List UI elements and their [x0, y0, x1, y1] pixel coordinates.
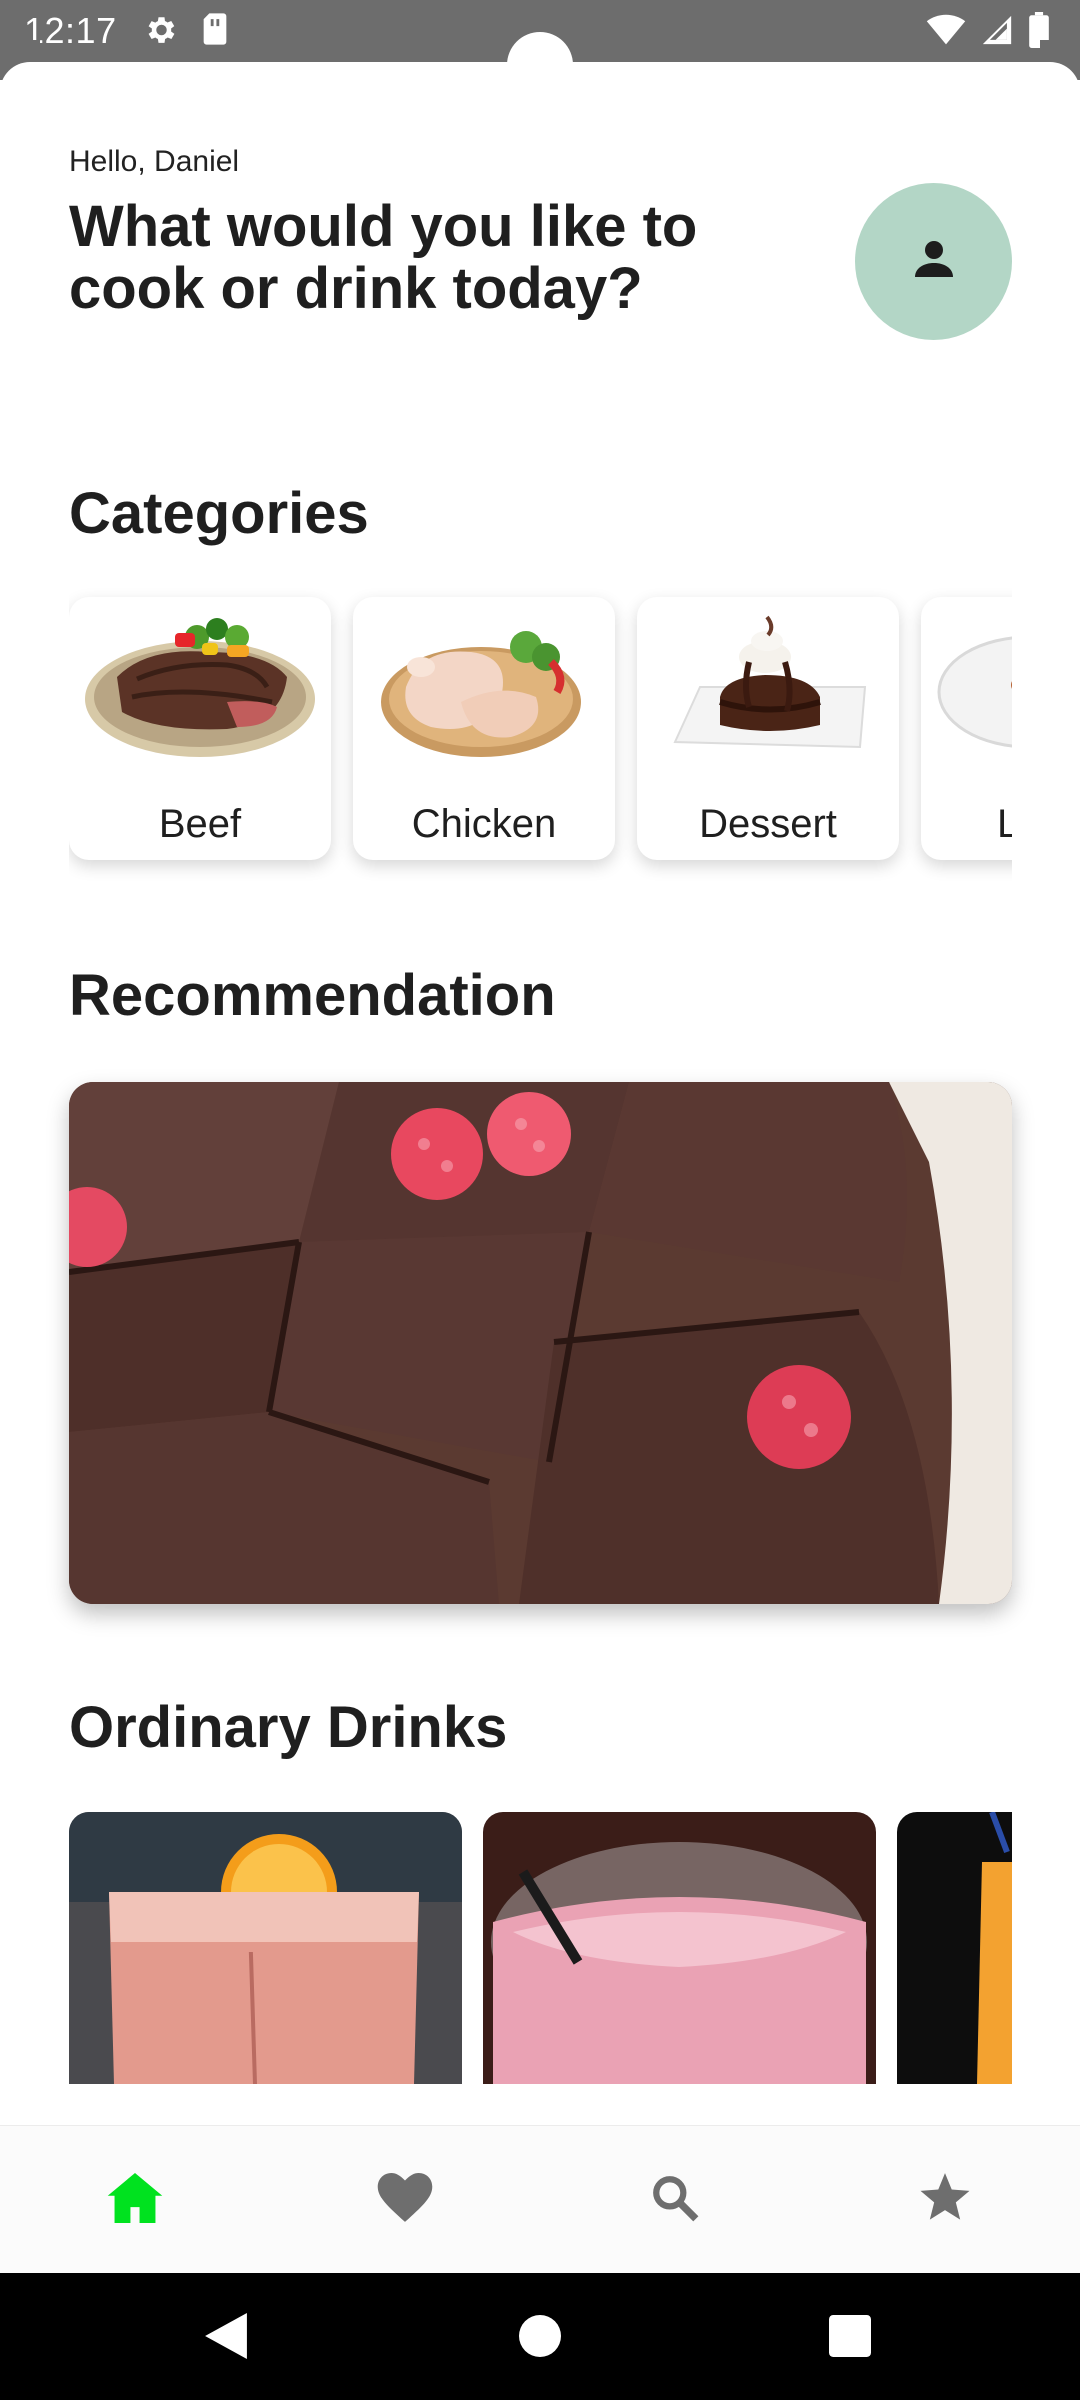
recents-icon [829, 2315, 871, 2361]
settings-icon [142, 12, 178, 53]
drinks-title: Ordinary Drinks [69, 1695, 508, 1760]
sim-card-icon [200, 12, 230, 53]
system-home-button[interactable] [519, 2315, 561, 2362]
category-label: Beef [158, 802, 242, 846]
categories-title: Categories [69, 481, 369, 546]
wifi-icon [926, 14, 966, 51]
chicken-image [361, 607, 607, 767]
category-card-chicken[interactable]: Chicken [353, 597, 615, 860]
categories-carousel[interactable]: Beef Chicken Dessert L [69, 585, 1012, 915]
system-recents-button[interactable] [829, 2315, 871, 2362]
heart-icon [377, 2172, 433, 2228]
page-title: What would you like to cook or drink tod… [69, 194, 698, 321]
category-card-partial[interactable]: L [921, 597, 1012, 860]
category-label: Dessert [699, 802, 837, 846]
back-icon [205, 2313, 247, 2363]
system-navigation-bar [0, 2273, 1080, 2400]
nav-search[interactable] [643, 2168, 707, 2232]
drink-card[interactable] [483, 1812, 876, 2084]
dessert-image [645, 607, 891, 767]
drinks-carousel[interactable] [69, 1812, 1012, 2084]
nav-favorites[interactable] [373, 2168, 437, 2232]
recommendation-title: Recommendation [69, 963, 556, 1028]
drink-image [897, 1812, 1012, 2084]
star-icon [919, 2172, 971, 2228]
person-icon [910, 235, 958, 288]
category-partial-image [929, 607, 1012, 767]
category-label: L [997, 802, 1012, 846]
category-card-beef[interactable]: Beef [69, 597, 331, 860]
category-label: Chicken [411, 802, 557, 846]
screen: 12:17 Hello, Daniel What would you like … [0, 0, 1080, 2400]
drink-card[interactable] [897, 1812, 1012, 2084]
nav-home[interactable] [103, 2168, 167, 2232]
home-circle-icon [519, 2315, 561, 2361]
drink-image [483, 1812, 876, 2084]
beef-image [77, 607, 323, 767]
nav-starred[interactable] [913, 2168, 977, 2232]
status-icons-right [926, 12, 1050, 53]
drink-image [69, 1812, 462, 2084]
signal-icon [980, 13, 1014, 52]
greeting-text: Hello, Daniel [69, 145, 240, 178]
category-card-dessert[interactable]: Dessert [637, 597, 899, 860]
brownie-image [69, 1082, 1012, 1604]
search-icon [650, 2173, 700, 2228]
bottom-navigation [0, 2125, 1080, 2273]
recommendation-card[interactable] [69, 1082, 1012, 1604]
home-icon [107, 2172, 163, 2228]
profile-avatar-button[interactable] [855, 183, 1012, 340]
system-back-button[interactable] [205, 2313, 247, 2364]
status-icons-left [142, 12, 230, 53]
drink-card[interactable] [69, 1812, 462, 2084]
